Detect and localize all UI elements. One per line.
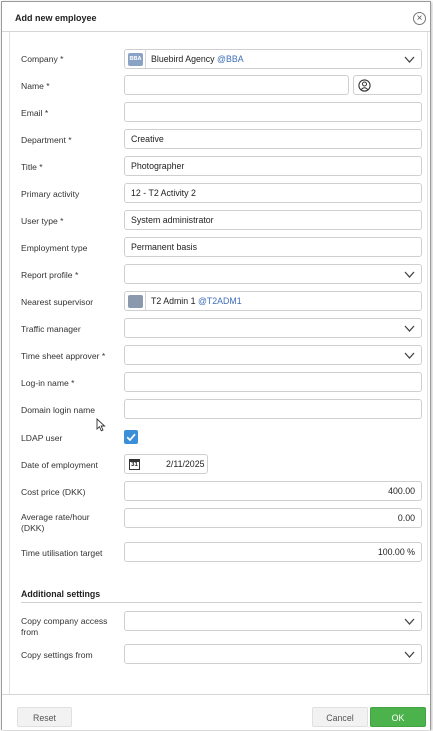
traffic-manager-label: Traffic manager (21, 324, 81, 334)
chevron-down-icon (404, 651, 415, 658)
dialog-footer: Reset Cancel OK (2, 694, 430, 730)
average-rate-value: 0.00 (397, 513, 415, 523)
cost-price-value: 400.00 (388, 486, 415, 496)
mouse-cursor-icon (96, 418, 106, 432)
time-sheet-approver-label: Time sheet approver * (21, 351, 106, 361)
time-utilisation-input[interactable]: 100.00 % (124, 542, 422, 562)
name-input[interactable] (124, 75, 349, 95)
department-value: Creative (131, 134, 164, 144)
supervisor-handle: @T2ADM1 (197, 296, 242, 306)
primary-activity-value: 12 - T2 Activity 2 (131, 188, 196, 198)
domain-login-label: Domain login name (21, 405, 96, 415)
reset-button[interactable]: Reset (17, 707, 72, 727)
company-handle: @BBA (217, 54, 244, 64)
domain-login-input[interactable] (124, 399, 422, 419)
close-icon[interactable]: × (413, 12, 426, 25)
login-name-label: Log-in name * (21, 378, 75, 388)
login-name-input[interactable] (124, 372, 422, 392)
department-input[interactable]: Creative (124, 129, 422, 149)
chevron-down-icon (404, 325, 415, 332)
chevron-down-icon (404, 618, 415, 625)
ldap-user-checkbox[interactable] (124, 430, 138, 444)
average-rate-label-line1: Average rate/hour (21, 512, 90, 522)
checkmark-icon (126, 433, 136, 442)
user-type-label: User type * (21, 216, 64, 226)
section-divider (21, 602, 422, 603)
cost-price-label: Cost price (DKK) (21, 487, 86, 497)
supervisor-avatar-icon (128, 295, 143, 308)
email-label: Email * (21, 108, 49, 118)
chevron-down-icon (404, 56, 415, 63)
copy-company-access-label-line2: from (21, 627, 39, 637)
ok-button[interactable]: OK (370, 707, 426, 727)
divider (145, 50, 146, 68)
primary-activity-label: Primary activity (21, 189, 80, 199)
copy-settings-label: Copy settings from (21, 650, 93, 660)
average-rate-input[interactable]: 0.00 (124, 508, 422, 528)
time-utilisation-label: Time utilisation target (21, 548, 103, 558)
title-label: Title * (21, 162, 43, 172)
copy-company-access-label: Copy company access from (21, 616, 107, 638)
calendar-icon[interactable]: 31 (129, 459, 140, 470)
company-name: Bluebird Agency (151, 54, 215, 64)
title-input[interactable]: Photographer (124, 156, 422, 176)
date-of-employment-label: Date of employment (21, 460, 98, 470)
user-type-value: System administrator (131, 215, 214, 225)
company-select[interactable]: BBA Bluebird Agency @BBA (124, 49, 422, 69)
email-input[interactable] (124, 102, 422, 122)
nearest-supervisor-label: Nearest supervisor (21, 297, 94, 307)
report-profile-label: Report profile * (21, 270, 79, 280)
chevron-down-icon (404, 271, 415, 278)
supervisor-name: T2 Admin 1 (151, 296, 196, 306)
department-label: Department * (21, 135, 72, 145)
average-rate-label: Average rate/hour (DKK) (21, 512, 90, 534)
user-type-input[interactable]: System administrator (124, 210, 422, 230)
copy-company-access-select[interactable] (124, 611, 422, 631)
add-employee-dialog: Add new employee × Company * BBA Bluebir… (1, 1, 431, 730)
cost-price-input[interactable]: 400.00 (124, 481, 422, 501)
user-circle-icon (358, 79, 371, 92)
date-of-employment-input[interactable]: 31 2/11/2025 (124, 454, 208, 474)
chevron-down-icon (404, 352, 415, 359)
nearest-supervisor-input[interactable]: T2 Admin 1 @T2ADM1 (124, 291, 422, 311)
form-body: Company * BBA Bluebird Agency @BBA Name … (9, 32, 428, 694)
ldap-user-label: LDAP user (21, 433, 63, 443)
dialog-header: Add new employee × (2, 2, 430, 32)
name-label: Name * (21, 81, 50, 91)
employment-type-label: Employment type (21, 243, 88, 253)
initials-input[interactable] (353, 75, 422, 95)
title-value: Photographer (131, 161, 185, 171)
report-profile-select[interactable] (124, 264, 422, 284)
cancel-button[interactable]: Cancel (312, 707, 368, 727)
average-rate-label-line2: (DKK) (21, 523, 45, 533)
employment-type-value: Permanent basis (131, 242, 198, 252)
copy-settings-select[interactable] (124, 644, 422, 664)
additional-settings-heading: Additional settings (21, 589, 101, 599)
time-utilisation-value: 100.00 % (377, 547, 415, 557)
copy-company-access-label-line1: Copy company access (21, 616, 108, 626)
dialog-title: Add new employee (15, 13, 97, 23)
employment-type-input[interactable]: Permanent basis (124, 237, 422, 257)
primary-activity-input[interactable]: 12 - T2 Activity 2 (124, 183, 422, 203)
company-label: Company * (21, 54, 64, 64)
traffic-manager-select[interactable] (124, 318, 422, 338)
divider (145, 292, 146, 310)
date-value: 2/11/2025 (166, 459, 205, 469)
time-sheet-approver-select[interactable] (124, 345, 422, 365)
company-logo-icon: BBA (128, 53, 143, 66)
